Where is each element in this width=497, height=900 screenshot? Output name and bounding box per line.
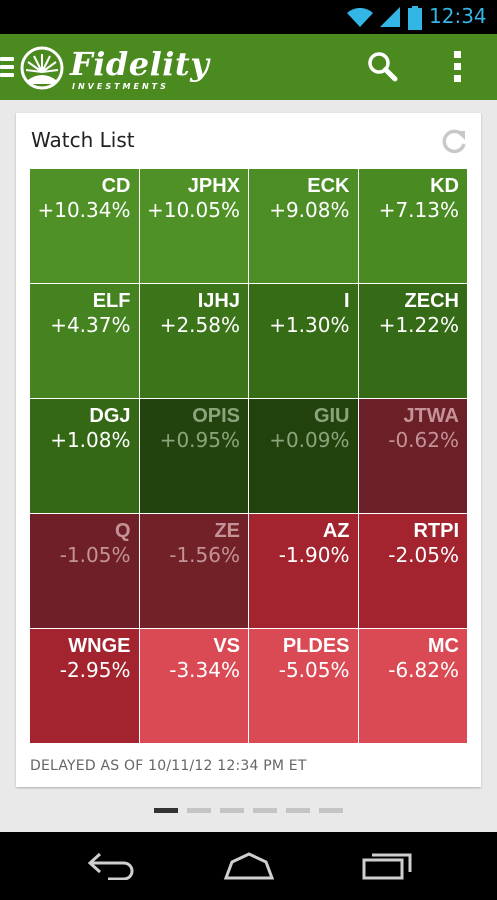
stock-tile[interactable]: ZE -1.56% bbox=[139, 514, 248, 628]
stock-tile[interactable]: KD +7.13% bbox=[358, 169, 467, 283]
page-dot bbox=[286, 808, 310, 813]
fidelity-logo-icon bbox=[20, 46, 64, 90]
stock-symbol: JTWA bbox=[403, 405, 459, 427]
stock-symbol: MC bbox=[427, 635, 459, 657]
home-icon[interactable] bbox=[222, 850, 276, 880]
page-dot bbox=[220, 808, 244, 813]
stock-tile[interactable]: I +1.30% bbox=[249, 284, 358, 398]
stock-symbol: Q bbox=[114, 520, 131, 542]
page-dot bbox=[187, 808, 211, 813]
overflow-menu-icon[interactable] bbox=[454, 51, 462, 83]
stock-tile[interactable]: CD +10.34% bbox=[30, 169, 139, 283]
stock-tile[interactable]: IJHJ +2.58% bbox=[139, 284, 248, 398]
stock-tile[interactable]: GIU +0.09% bbox=[249, 399, 358, 513]
search-icon[interactable] bbox=[366, 50, 398, 82]
stock-change: +0.09% bbox=[269, 428, 350, 452]
stock-change: -1.05% bbox=[59, 543, 131, 567]
stock-change: +1.08% bbox=[50, 428, 131, 452]
stock-symbol: I bbox=[343, 290, 350, 312]
stock-symbol: RTPI bbox=[413, 520, 459, 542]
stock-change: -2.95% bbox=[59, 658, 131, 682]
stock-symbol: CD bbox=[101, 175, 131, 197]
stock-change: +1.22% bbox=[378, 313, 459, 337]
stock-tile[interactable]: WNGE -2.95% bbox=[30, 629, 139, 743]
stock-tile[interactable]: DGJ +1.08% bbox=[30, 399, 139, 513]
stock-tile[interactable]: Q -1.05% bbox=[30, 514, 139, 628]
watchlist-card: Watch List CD +10.34% JPHX +10.05% ECK +9.08%… bbox=[16, 113, 481, 787]
stock-symbol: KD bbox=[430, 175, 459, 197]
signal-icon bbox=[380, 7, 400, 27]
stock-symbol: JPHX bbox=[187, 175, 240, 197]
stock-tile[interactable]: MC -6.82% bbox=[358, 629, 467, 743]
stock-change: +10.05% bbox=[146, 198, 240, 222]
stock-change: -0.62% bbox=[388, 428, 459, 452]
status-clock: 12:34 bbox=[429, 4, 487, 28]
stock-change: -1.90% bbox=[278, 543, 350, 567]
stock-change: -2.05% bbox=[388, 543, 459, 567]
stock-change: -5.05% bbox=[278, 658, 350, 682]
page-dot bbox=[319, 808, 343, 813]
stock-change: +9.08% bbox=[269, 198, 350, 222]
stock-symbol: IJHJ bbox=[197, 290, 240, 312]
stock-change: +7.13% bbox=[378, 198, 459, 222]
delayed-quote-note: DELAYED AS OF 10/11/12 12:34 PM ET bbox=[30, 758, 307, 774]
stock-symbol: WNGE bbox=[68, 635, 131, 657]
stock-tile[interactable]: PLDES -5.05% bbox=[249, 629, 358, 743]
stock-symbol: DGJ bbox=[89, 405, 131, 427]
stock-symbol: ZECH bbox=[404, 290, 459, 312]
stock-change: +4.37% bbox=[50, 313, 131, 337]
wifi-icon bbox=[347, 7, 373, 28]
stock-symbol: PLDES bbox=[282, 635, 350, 657]
watchlist-heatmap: CD +10.34% JPHX +10.05% ECK +9.08% KD +7.13% ELF… bbox=[30, 169, 467, 743]
stock-change: +0.95% bbox=[159, 428, 240, 452]
watchlist-title: Watch List bbox=[31, 128, 135, 152]
recents-icon[interactable] bbox=[362, 850, 412, 880]
stock-tile[interactable]: AZ -1.90% bbox=[249, 514, 358, 628]
stock-symbol: ELF bbox=[92, 290, 131, 312]
system-nav-bar bbox=[0, 832, 497, 900]
battery-icon bbox=[408, 6, 422, 30]
menu-icon[interactable] bbox=[0, 57, 14, 77]
stock-change: +1.30% bbox=[269, 313, 350, 337]
stock-tile[interactable]: ZECH +1.22% bbox=[358, 284, 467, 398]
stock-tile[interactable]: RTPI -2.05% bbox=[358, 514, 467, 628]
stock-symbol: ZE bbox=[214, 520, 240, 542]
stock-change: +10.34% bbox=[37, 198, 131, 222]
stock-tile[interactable]: ELF +4.37% bbox=[30, 284, 139, 398]
stock-tile[interactable]: JPHX +10.05% bbox=[139, 169, 248, 283]
stock-tile[interactable]: OPIS +0.95% bbox=[139, 399, 248, 513]
page-indicator bbox=[154, 808, 343, 813]
stock-symbol: ECK bbox=[307, 175, 350, 197]
status-bar: 12:34 bbox=[0, 0, 497, 34]
stock-tile[interactable]: ECK +9.08% bbox=[249, 169, 358, 283]
stock-symbol: AZ bbox=[322, 520, 350, 542]
stock-symbol: OPIS bbox=[192, 405, 240, 427]
stock-change: -6.82% bbox=[388, 658, 459, 682]
stock-symbol: VS bbox=[213, 635, 240, 657]
stock-change: -1.56% bbox=[169, 543, 240, 567]
stock-change: -3.34% bbox=[169, 658, 240, 682]
app-bar: Fidelity INVESTMENTS bbox=[0, 34, 497, 100]
stock-change: +2.58% bbox=[159, 313, 240, 337]
page-dot bbox=[253, 808, 277, 813]
stock-tile[interactable]: JTWA -0.62% bbox=[358, 399, 467, 513]
logo-text: Fidelity bbox=[70, 45, 210, 83]
stock-tile[interactable]: VS -3.34% bbox=[139, 629, 248, 743]
logo-subtext: INVESTMENTS bbox=[72, 82, 169, 91]
stock-symbol: GIU bbox=[313, 405, 350, 427]
back-icon[interactable] bbox=[86, 850, 136, 880]
refresh-icon[interactable] bbox=[440, 128, 468, 156]
page-dot bbox=[154, 808, 178, 813]
